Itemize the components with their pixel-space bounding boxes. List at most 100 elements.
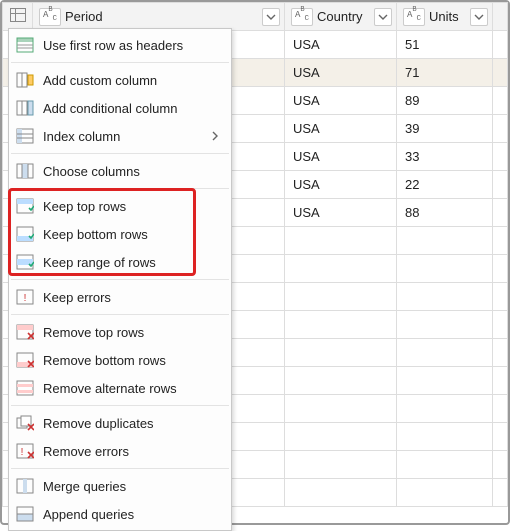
cell-empty bbox=[493, 339, 508, 367]
index-column-icon bbox=[15, 126, 35, 146]
menu-keep-bottom-rows[interactable]: Keep bottom rows bbox=[9, 220, 231, 248]
menu-separator bbox=[11, 405, 229, 406]
menu-label: Keep bottom rows bbox=[43, 227, 221, 242]
keep-top-rows-icon bbox=[15, 196, 35, 216]
menu-choose-columns[interactable]: Choose columns bbox=[9, 157, 231, 185]
menu-label: Use first row as headers bbox=[43, 38, 221, 53]
cell-empty bbox=[493, 311, 508, 339]
svg-text:!: ! bbox=[24, 293, 27, 304]
menu-add-custom-column[interactable]: Add custom column bbox=[9, 66, 231, 94]
cell-empty bbox=[493, 255, 508, 283]
type-badge-icon: ABC bbox=[403, 8, 425, 26]
menu-append-queries[interactable]: Append queries bbox=[9, 500, 231, 528]
menu-separator bbox=[11, 279, 229, 280]
menu-keep-top-rows[interactable]: Keep top rows bbox=[9, 192, 231, 220]
keep-bottom-rows-icon bbox=[15, 224, 35, 244]
cell-country[interactable]: USA bbox=[285, 37, 396, 52]
menu-merge-queries[interactable]: Merge queries bbox=[9, 472, 231, 500]
cell-empty bbox=[493, 395, 508, 423]
menu-keep-errors[interactable]: ! Keep errors bbox=[9, 283, 231, 311]
filter-dropdown-button[interactable] bbox=[470, 8, 488, 26]
use-headers-icon bbox=[15, 35, 35, 55]
menu-label: Remove bottom rows bbox=[43, 353, 221, 368]
type-badge-icon: ABC bbox=[291, 8, 313, 26]
column-header-country[interactable]: ABC Country bbox=[285, 3, 397, 31]
menu-label: Remove alternate rows bbox=[43, 381, 221, 396]
cell-country[interactable]: USA bbox=[285, 205, 396, 220]
menu-separator bbox=[11, 188, 229, 189]
cell-empty bbox=[493, 31, 508, 59]
keep-errors-icon: ! bbox=[15, 287, 35, 307]
cell-empty bbox=[493, 115, 508, 143]
cell-empty bbox=[493, 283, 508, 311]
cell-empty bbox=[493, 423, 508, 451]
column-header-label: Country bbox=[317, 9, 370, 24]
menu-separator bbox=[11, 62, 229, 63]
remove-duplicates-icon bbox=[15, 413, 35, 433]
menu-separator bbox=[11, 468, 229, 469]
menu-label: Remove top rows bbox=[43, 325, 221, 340]
merge-queries-icon bbox=[15, 476, 35, 496]
cell-empty bbox=[493, 451, 508, 479]
svg-text:!: ! bbox=[21, 447, 24, 458]
cell-empty bbox=[493, 87, 508, 115]
menu-label: Add conditional column bbox=[43, 101, 221, 116]
menu-label: Remove duplicates bbox=[43, 416, 221, 431]
select-all-corner[interactable] bbox=[3, 3, 33, 31]
menu-remove-top-rows[interactable]: Remove top rows bbox=[9, 318, 231, 346]
cell-empty bbox=[493, 479, 508, 507]
menu-label: Keep range of rows bbox=[43, 255, 221, 270]
keep-range-rows-icon bbox=[15, 252, 35, 272]
cell-country[interactable]: USA bbox=[285, 177, 396, 192]
menu-label: Keep errors bbox=[43, 290, 221, 305]
cell-country[interactable]: USA bbox=[285, 149, 396, 164]
append-queries-icon bbox=[15, 504, 35, 524]
cell-empty bbox=[493, 367, 508, 395]
menu-label: Append queries bbox=[43, 507, 221, 522]
menu-label: Choose columns bbox=[43, 164, 221, 179]
menu-separator bbox=[11, 153, 229, 154]
cell-units[interactable]: 88 bbox=[397, 205, 492, 220]
cell-country[interactable]: USA bbox=[285, 93, 396, 108]
cell-units[interactable]: 39 bbox=[397, 121, 492, 136]
column-header-empty bbox=[493, 3, 508, 31]
remove-top-rows-icon bbox=[15, 322, 35, 342]
table-context-menu: Use first row as headers Add custom colu… bbox=[8, 28, 232, 531]
menu-remove-alternate-rows[interactable]: Remove alternate rows bbox=[9, 374, 231, 402]
menu-index-column[interactable]: Index column bbox=[9, 122, 231, 150]
column-header-period[interactable]: ABC Period bbox=[33, 3, 285, 31]
column-header-label: Units bbox=[429, 9, 466, 24]
cell-units[interactable]: 33 bbox=[397, 149, 492, 164]
menu-remove-errors[interactable]: ! Remove errors bbox=[9, 437, 231, 465]
remove-bottom-rows-icon bbox=[15, 350, 35, 370]
cell-empty bbox=[493, 59, 508, 87]
column-header-units[interactable]: ABC Units bbox=[397, 3, 493, 31]
cell-units[interactable]: 51 bbox=[397, 37, 492, 52]
remove-alternate-rows-icon bbox=[15, 378, 35, 398]
conditional-column-icon bbox=[15, 98, 35, 118]
type-badge-icon: ABC bbox=[39, 8, 61, 26]
table-icon bbox=[10, 8, 26, 22]
cell-units[interactable]: 89 bbox=[397, 93, 492, 108]
menu-label: Keep top rows bbox=[43, 199, 221, 214]
cell-units[interactable]: 71 bbox=[397, 65, 492, 80]
menu-label: Remove errors bbox=[43, 444, 221, 459]
choose-columns-icon bbox=[15, 161, 35, 181]
menu-add-conditional-column[interactable]: Add conditional column bbox=[9, 94, 231, 122]
cell-country[interactable]: USA bbox=[285, 65, 396, 80]
cell-units[interactable]: 22 bbox=[397, 177, 492, 192]
menu-use-first-row[interactable]: Use first row as headers bbox=[9, 31, 231, 59]
cell-empty bbox=[493, 143, 508, 171]
cell-empty bbox=[493, 199, 508, 227]
menu-keep-range-of-rows[interactable]: Keep range of rows bbox=[9, 248, 231, 276]
menu-remove-bottom-rows[interactable]: Remove bottom rows bbox=[9, 346, 231, 374]
menu-label: Add custom column bbox=[43, 73, 221, 88]
filter-dropdown-button[interactable] bbox=[262, 8, 280, 26]
filter-dropdown-button[interactable] bbox=[374, 8, 392, 26]
cell-empty bbox=[493, 171, 508, 199]
cell-country[interactable]: USA bbox=[285, 121, 396, 136]
menu-separator bbox=[11, 314, 229, 315]
menu-label: Index column bbox=[43, 129, 201, 144]
column-header-label: Period bbox=[65, 9, 258, 24]
menu-remove-duplicates[interactable]: Remove duplicates bbox=[9, 409, 231, 437]
